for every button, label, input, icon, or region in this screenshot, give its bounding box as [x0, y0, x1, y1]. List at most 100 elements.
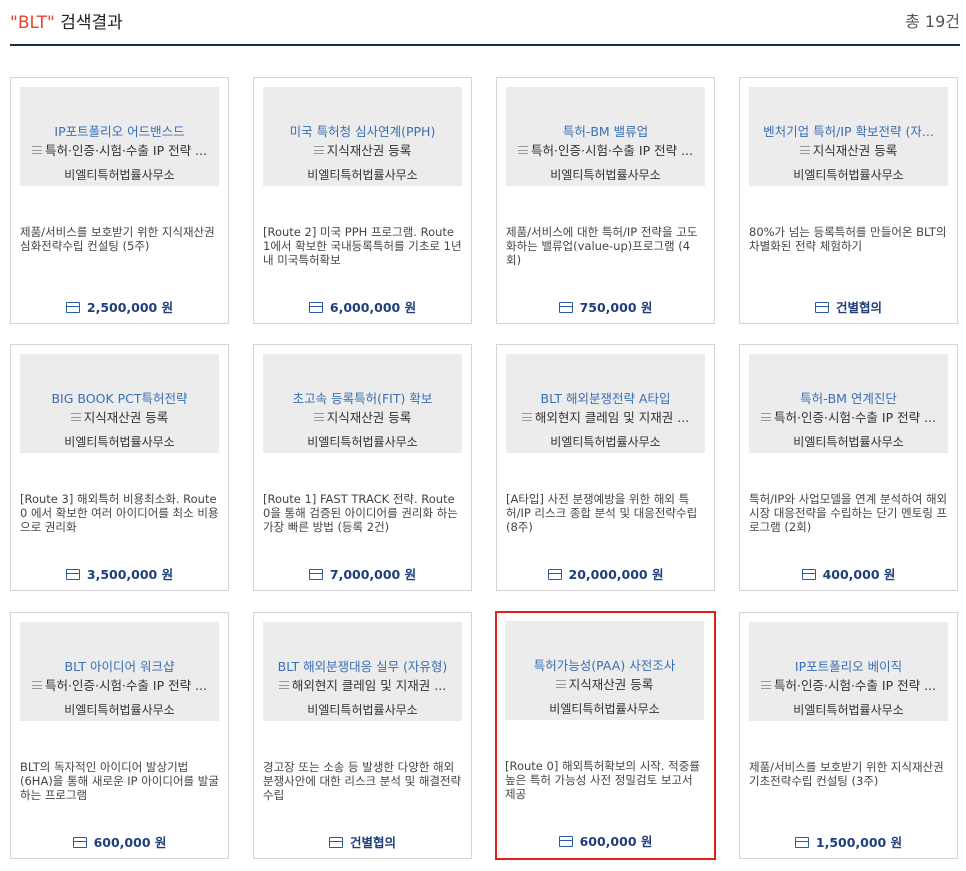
product-card[interactable]: 특허-BM 밸류업 특허·인증·시험·수출 IP 전략 ... 비엘티특허법률사무소… — [496, 77, 715, 324]
product-price-value: 20,000,000 원 — [568, 567, 664, 582]
product-thumbnail[interactable]: BLT 해외분쟁대응 실무 (자유형) 해외현지 클레임 및 지재권 ... 비엘티… — [263, 622, 462, 721]
product-firm: 비엘티특허법률사무소 — [550, 435, 661, 449]
product-category-label: 특허·인증·시험·수출 IP 전략 ... — [774, 410, 936, 425]
product-description: [Route 3] 해외특허 비용최소화. Route 0 에서 확보한 여러 … — [20, 492, 219, 534]
product-description: 제품/서비스를 보호받기 위한 지식재산권 심화전략수립 컨설팅 (5주) — [20, 225, 215, 253]
product-category: 해외현지 클레임 및 지재권 ... — [510, 407, 701, 426]
product-firm: 비엘티특허법률사무소 — [549, 702, 660, 716]
product-price: 6,000,000 원 — [254, 297, 471, 316]
product-firm: 비엘티특허법률사무소 — [64, 435, 175, 449]
product-card[interactable]: BLT 해외분쟁대응 실무 (자유형) 해외현지 클레임 및 지재권 ... 비엘티… — [253, 612, 472, 859]
menu-icon — [518, 146, 528, 154]
product-thumbnail[interactable]: 초고속 등록특허(FIT) 확보 지식재산권 등록 비엘티특허법률사무소 — [263, 354, 462, 453]
results-header: "BLT" 검색결과 총 19건 — [10, 0, 960, 46]
product-title[interactable]: 특허-BM 밸류업 — [510, 121, 701, 140]
product-price-value: 6,000,000 원 — [329, 300, 417, 315]
product-category: 지식재산권 등록 — [753, 140, 944, 159]
product-thumbnail[interactable]: IP포트폴리오 베이직 특허·인증·시험·수출 IP 전략 ... 비엘티특허법률사… — [749, 622, 948, 721]
product-price: 750,000 원 — [497, 297, 714, 316]
product-price: 1,500,000 원 — [740, 832, 957, 851]
product-title[interactable]: BLT 해외분쟁전략 A타입 — [510, 388, 701, 407]
product-thumbnail[interactable]: 특허-BM 연계진단특허·인증·시험·수출 IP 전략 ... 비엘티특허법률사무… — [749, 354, 948, 453]
product-thumbnail[interactable]: 특허가능성(PAA) 사전조사 지식재산권 등록 비엘티특허법률사무소 — [505, 621, 704, 720]
product-description: [Route 2] 미국 PPH 프로그램. Route 1에서 확보한 국내등… — [263, 225, 462, 267]
product-card[interactable]: BLT 아이디어 워크샵특허·인증·시험·수출 IP 전략 ... 비엘티특허법률… — [10, 612, 229, 859]
product-thumbnail[interactable]: 특허-BM 밸류업 특허·인증·시험·수출 IP 전략 ... 비엘티특허법률사무소 — [506, 87, 705, 186]
product-title[interactable]: BLT 해외분쟁대응 실무 (자유형) — [267, 656, 458, 675]
search-result-title: "BLT" 검색결과 — [10, 8, 123, 33]
product-price: 2,500,000 원 — [11, 297, 228, 316]
product-description: BLT의 독자적인 아이디어 발상기법(6HA)을 통해 새로운 IP 아이디어… — [20, 760, 219, 802]
product-description: [Route 1] FAST TRACK 전략. Route 0을 통해 검증된… — [263, 492, 458, 534]
product-title[interactable]: 초고속 등록특허(FIT) 확보 — [267, 388, 458, 407]
product-thumbnail[interactable]: IP포트폴리오 어드밴스드 특허·인증·시험·수출 IP 전략 ... 비엘티특허법… — [20, 87, 219, 186]
product-card[interactable]: BIG BOOK PCT특허전략 지식재산권 등록비엘티특허법률사무소 [Route… — [10, 344, 229, 591]
menu-icon — [313, 146, 324, 154]
product-title[interactable]: 특허-BM 연계진단 — [753, 388, 944, 407]
card-icon — [547, 569, 562, 580]
product-title[interactable]: 미국 특허청 심사연계(PPH) — [267, 121, 458, 140]
product-description: [A타입] 사전 분쟁예방을 위한 해외 특허/IP 리스크 종합 분석 및 대… — [506, 492, 698, 534]
menu-icon — [70, 413, 81, 421]
menu-icon — [32, 146, 42, 154]
product-card[interactable]: IP포트폴리오 어드밴스드 특허·인증·시험·수출 IP 전략 ... 비엘티특허법… — [10, 77, 229, 324]
search-result-suffix: 검색결과 — [54, 13, 123, 33]
product-card[interactable]: 벤처기업 특허/IP 확보전략 (자... 지식재산권 등록비엘티특허법률사무소 8… — [739, 77, 958, 324]
product-thumbnail[interactable]: 미국 특허청 심사연계(PPH) 지식재산권 등록 비엘티특허법률사무소 — [263, 87, 462, 186]
product-card[interactable]: 초고속 등록특허(FIT) 확보 지식재산권 등록 비엘티특허법률사무소 [Route… — [253, 344, 472, 591]
product-price: 3,500,000 원 — [11, 564, 228, 583]
menu-icon — [761, 681, 771, 689]
search-query: "BLT" — [10, 13, 55, 33]
product-card[interactable]: IP포트폴리오 베이직 특허·인증·시험·수출 IP 전략 ... 비엘티특허법률사… — [739, 612, 958, 859]
product-firm: 비엘티특허법률사무소 — [793, 168, 904, 182]
product-card[interactable]: 특허-BM 연계진단특허·인증·시험·수출 IP 전략 ... 비엘티특허법률사무… — [739, 344, 958, 591]
product-thumbnail[interactable]: BLT 아이디어 워크샵특허·인증·시험·수출 IP 전략 ... 비엘티특허법률… — [20, 622, 219, 721]
card-icon — [65, 302, 80, 313]
product-card[interactable]: 특허가능성(PAA) 사전조사 지식재산권 등록 비엘티특허법률사무소 [Route … — [495, 611, 716, 860]
product-category-label: 해외현지 클레임 및 지재권 ... — [534, 410, 690, 425]
menu-icon — [799, 146, 810, 154]
product-card[interactable]: 미국 특허청 심사연계(PPH) 지식재산권 등록 비엘티특허법률사무소 [Route… — [253, 77, 472, 324]
product-title[interactable]: 특허가능성(PAA) 사전조사 — [509, 655, 700, 674]
product-price-value: 1,500,000 원 — [815, 835, 903, 850]
card-icon — [794, 837, 809, 848]
product-description: 특허/IP와 사업모델을 연계 분석하여 해외시장 대응전략을 수립하는 단기 … — [749, 492, 948, 534]
product-category-label: 특허·인증·시험·수출 IP 전략 ... — [45, 678, 207, 693]
card-icon — [65, 569, 80, 580]
product-category-label: 특허·인증·시험·수출 IP 전략 ... — [45, 143, 207, 158]
product-description: 80%가 넘는 등록특허를 만들어온 BLT의 차별화된 전략 체험하기 — [749, 225, 947, 253]
product-price-value: 3,500,000 원 — [86, 567, 174, 582]
product-category: 해외현지 클레임 및 지재권 ... — [267, 675, 458, 694]
product-card[interactable]: BLT 해외분쟁전략 A타입해외현지 클레임 및 지재권 ... 비엘티특허법률사… — [496, 344, 715, 591]
product-category-label: 지식재산권 등록 — [326, 143, 412, 158]
product-price-value: 건별협의 — [349, 835, 396, 850]
product-category: 특허·인증·시험·수출 IP 전략 ... — [510, 140, 701, 159]
product-price-value: 600,000 원 — [579, 834, 653, 849]
product-description: 제품/서비스에 대한 특허/IP 전략을 고도화하는 밸류업(value-up)… — [506, 225, 698, 267]
product-title[interactable]: IP포트폴리오 어드밴스드 — [24, 121, 215, 140]
product-firm: 비엘티특허법률사무소 — [307, 703, 418, 717]
product-category: 지식재산권 등록 — [267, 140, 458, 159]
card-icon — [308, 302, 323, 313]
product-title[interactable]: IP포트폴리오 베이직 — [753, 656, 944, 675]
product-category: 지식재산권 등록 — [24, 407, 215, 426]
product-title[interactable]: BIG BOOK PCT특허전략 — [24, 388, 215, 407]
product-firm: 비엘티특허법률사무소 — [793, 435, 904, 449]
result-count: 총 19건 — [905, 12, 960, 31]
product-firm: 비엘티특허법률사무소 — [64, 703, 175, 717]
product-price-value: 750,000 원 — [579, 300, 653, 315]
product-title[interactable]: 벤처기업 특허/IP 확보전략 (자... — [753, 121, 944, 140]
product-category-label: 지식재산권 등록 — [812, 143, 898, 158]
product-title[interactable]: BLT 아이디어 워크샵 — [24, 656, 215, 675]
product-price: 건별협의 — [740, 297, 957, 316]
product-thumbnail[interactable]: 벤처기업 특허/IP 확보전략 (자... 지식재산권 등록비엘티특허법률사무소 — [749, 87, 948, 186]
card-icon — [558, 302, 573, 313]
product-thumbnail[interactable]: BIG BOOK PCT특허전략 지식재산권 등록비엘티특허법률사무소 — [20, 354, 219, 453]
product-thumbnail[interactable]: BLT 해외분쟁전략 A타입해외현지 클레임 및 지재권 ... 비엘티특허법률사… — [506, 354, 705, 453]
product-firm: 비엘티특허법률사무소 — [550, 168, 661, 182]
product-category: 특허·인증·시험·수출 IP 전략 ... — [753, 407, 944, 426]
product-category: 지식재산권 등록 — [267, 407, 458, 426]
card-icon — [558, 836, 573, 847]
menu-icon — [761, 413, 771, 421]
product-price-value: 2,500,000 원 — [86, 300, 174, 315]
